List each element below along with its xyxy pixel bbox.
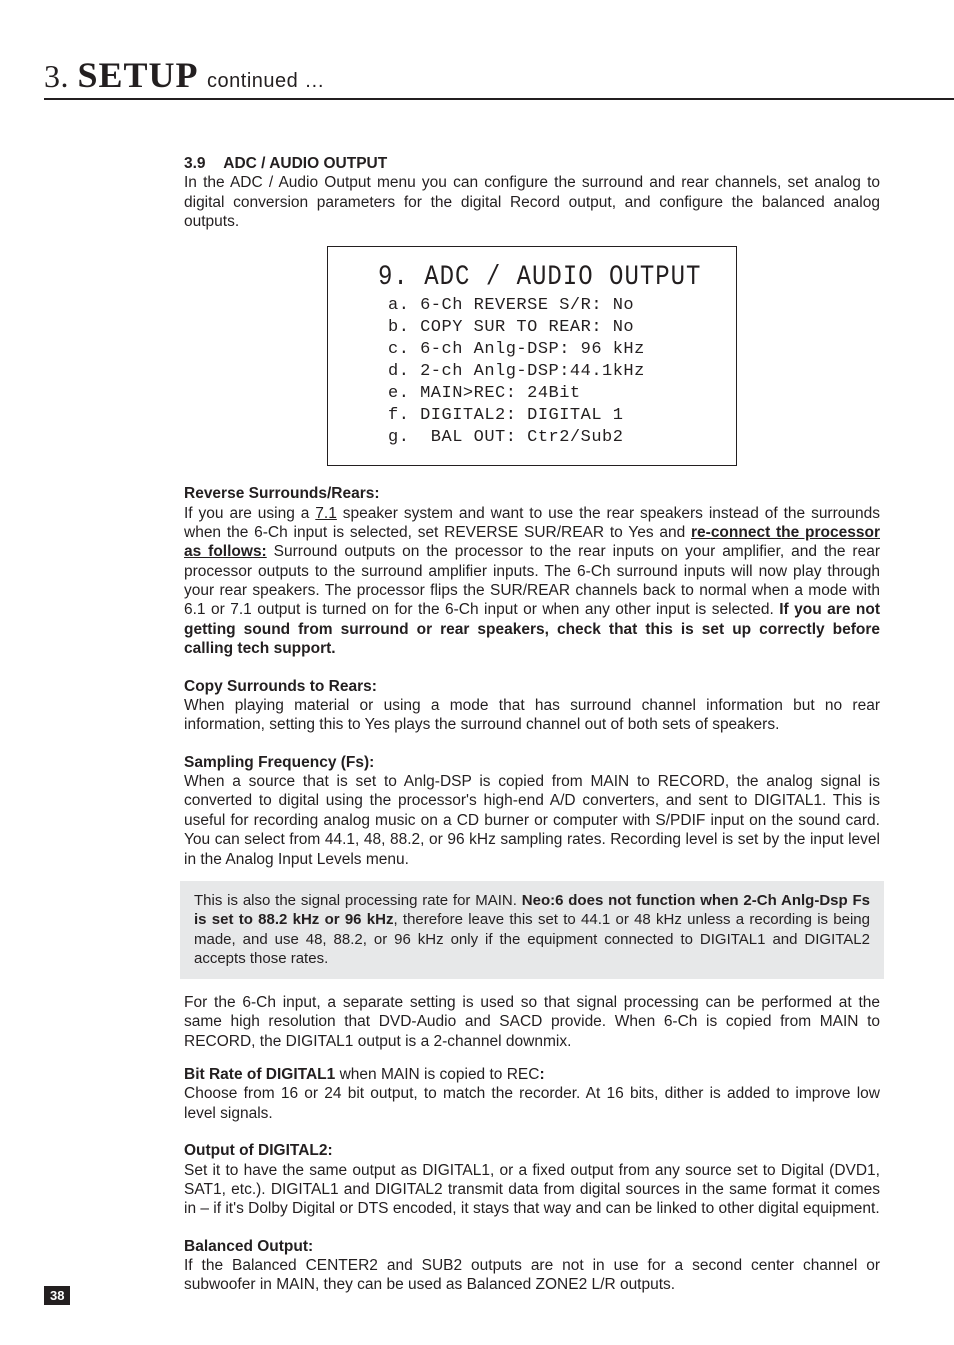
menu-row: e. MAIN>REC: 24Bit (388, 383, 712, 405)
subheading-fs: Sampling Frequency (Fs): (184, 753, 880, 772)
header-section-number: 3. (44, 58, 69, 94)
menu-screenshot: 9. ADC / AUDIO OUTPUT a. 6-Ch REVERSE S/… (327, 246, 737, 467)
page-header: 3. SETUP continued … (44, 54, 890, 100)
paragraph-copy: When playing material or using a mode th… (184, 696, 880, 735)
content-column: 3.9 ADC / AUDIO OUTPUT In the ADC / Audi… (184, 154, 880, 1295)
menu-title: 9. ADC / AUDIO OUTPUT (378, 261, 712, 296)
menu-row: f. DIGITAL2: DIGITAL 1 (388, 405, 712, 427)
section-title: 3.9 ADC / AUDIO OUTPUT (184, 154, 880, 173)
bitrate-colon: : (539, 1066, 544, 1083)
note-text: This is also the signal processing rate … (194, 892, 522, 909)
menu-row: c. 6-ch Anlg-DSP: 96 kHz (388, 339, 712, 361)
menu-row: b. COPY SUR TO REAR: No (388, 317, 712, 339)
section-heading: ADC / AUDIO OUTPUT (223, 155, 387, 172)
text: If you are using a (184, 505, 315, 522)
text-underline: 7.1 (315, 505, 337, 522)
note-box: This is also the signal processing rate … (180, 881, 884, 979)
paragraph-fs-after: For the 6-Ch input, a separate setting i… (184, 993, 880, 1051)
paragraph-bitrate: Choose from 16 or 24 bit output, to matc… (184, 1084, 880, 1123)
paragraph-fs: When a source that is set to Anlg-DSP is… (184, 772, 880, 869)
paragraph-digital2: Set it to have the same output as DIGITA… (184, 1161, 880, 1219)
paragraph-reverse: If you are using a 7.1 speaker system an… (184, 504, 880, 659)
header-section-word: SETUP (78, 55, 199, 95)
subheading-reverse: Reverse Surrounds/Rears: (184, 484, 880, 503)
paragraph-balanced: If the Balanced CENTER2 and SUB2 outputs… (184, 1256, 880, 1295)
header-continued: continued … (207, 70, 325, 92)
section-intro: In the ADC / Audio Output menu you can c… (184, 173, 880, 231)
subheading-balanced: Balanced Output: (184, 1237, 880, 1256)
subheading-copy: Copy Surrounds to Rears: (184, 677, 880, 696)
subheading-bitrate: Bit Rate of DIGITAL1 when MAIN is copied… (184, 1065, 880, 1084)
bitrate-heading-rest: when MAIN is copied to REC (335, 1066, 539, 1083)
section-number: 3.9 (184, 155, 206, 172)
text: Surround outputs on the processor to the… (184, 543, 880, 618)
menu-row: a. 6-Ch REVERSE S/R: No (388, 295, 712, 317)
subheading-digital2: Output of DIGITAL2: (184, 1141, 880, 1160)
bitrate-heading-bold: Bit Rate of DIGITAL1 (184, 1066, 335, 1083)
page: 3. SETUP continued … 3.9 ADC / AUDIO OUT… (0, 0, 954, 1345)
page-number: 38 (44, 1286, 70, 1305)
header-title: 3. SETUP continued … (44, 54, 890, 96)
header-rule (44, 98, 954, 100)
menu-row: g. BAL OUT: Ctr2/Sub2 (388, 427, 712, 449)
menu-row: d. 2-ch Anlg-DSP:44.1kHz (388, 361, 712, 383)
